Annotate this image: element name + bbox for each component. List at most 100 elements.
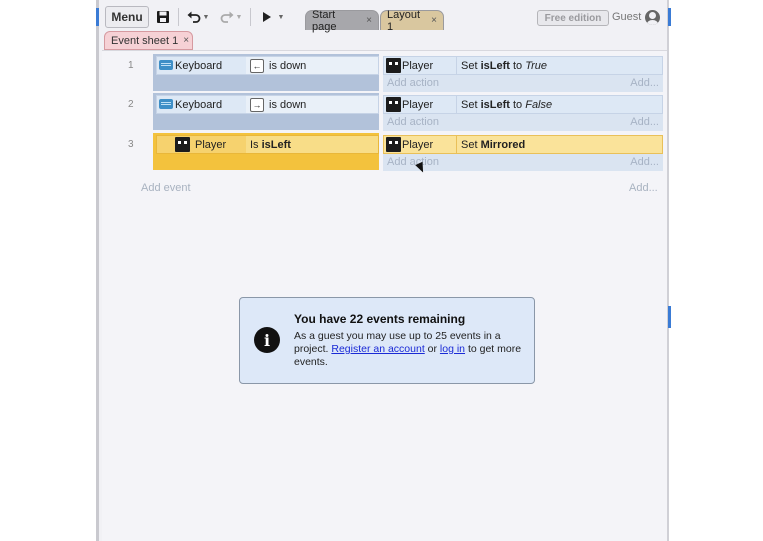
tab-layout-1[interactable]: Layout 1 × [380,8,444,33]
condition-text[interactable]: → is down [246,96,378,113]
user-icon[interactable] [645,10,660,25]
undo-button[interactable]: ▼ [185,6,211,28]
action-object[interactable]: Player [384,136,454,153]
save-button[interactable] [153,6,173,28]
condition-text[interactable]: ← is down [246,57,378,74]
edge-marker [668,8,671,26]
player-sprite-icon [386,97,401,112]
object-name: Player [402,138,434,151]
tab-label: Event sheet 1 [111,34,179,47]
object-name: Player [402,59,434,72]
notice-body: As a guest you may use up to 25 events i… [294,330,524,369]
redo-button[interactable]: ▼ [218,6,244,28]
keyboard-icon [159,99,173,109]
tab-label: Layout 1 [387,8,421,33]
event-row[interactable]: 2 Keyboard → is down Player Set isLeft t… [102,93,667,133]
add-action-row[interactable]: Add action Add... [383,114,663,131]
login-link[interactable]: log in [440,343,465,355]
action-connector: to [509,98,526,111]
redo-icon [220,11,234,23]
condition-text[interactable]: Is isLeft [246,136,378,153]
add-more-link[interactable]: Add... [630,156,659,168]
action-value: True [525,59,548,72]
event-number: 1 [128,60,134,71]
player-sprite-icon [386,58,401,73]
user-label[interactable]: Guest [612,11,641,23]
save-icon [157,11,169,23]
chevron-down-icon: ▼ [202,13,210,21]
add-event-link[interactable]: Add event [141,182,191,194]
tab-start-page[interactable]: Start page × [305,8,379,33]
event-number: 2 [128,99,134,110]
condition-object[interactable]: Player [157,136,244,153]
action-text[interactable]: Set isLeft to False [456,96,662,113]
action-row[interactable]: Player Set Mirrored [383,135,663,154]
notice-title: You have 22 events remaining [294,312,466,326]
add-action-link[interactable]: Add action [387,116,439,128]
add-action-row[interactable]: Add action Add... [383,75,663,92]
add-more-link[interactable]: Add... [630,77,659,89]
action-variable: Mirrored [480,138,526,151]
condition-variable: isLeft [261,138,291,151]
event-row-selected[interactable]: 3 Player Is isLeft Player Set Mirrored A… [102,133,667,173]
condition-row[interactable]: Player Is isLeft [156,135,379,154]
object-name: Keyboard [175,98,223,111]
action-connector: to [509,59,526,72]
add-action-link[interactable]: Add action [387,156,439,168]
close-icon[interactable]: × [431,15,437,26]
condition-label: is down [269,98,307,111]
right-arrow-key-icon: → [250,97,264,112]
object-name: Keyboard [175,59,223,72]
free-edition-badge[interactable]: Free edition [537,10,609,26]
tab-label: Start page [312,8,337,33]
object-name: Player [195,138,227,151]
play-icon [262,12,271,22]
tab-event-sheet-1[interactable]: Event sheet 1 × [104,31,193,50]
add-action-link[interactable]: Add action [387,77,439,89]
add-more-link[interactable]: Add... [630,116,659,128]
close-icon[interactable]: × [366,15,372,26]
undo-icon [187,11,200,23]
info-icon: i [254,327,280,353]
keyboard-icon [159,60,173,70]
player-sprite-icon [386,137,401,152]
left-arrow-key-icon: ← [250,58,264,73]
condition-row[interactable]: Keyboard → is down [156,95,379,114]
action-value: False [525,98,553,111]
action-object[interactable]: Player [384,96,454,113]
action-text[interactable]: Set Mirrored [456,136,662,153]
action-variable: isLeft [480,98,510,111]
add-event-more-link[interactable]: Add... [629,182,658,194]
action-verb: Set [461,98,481,111]
condition-label: Is [250,138,262,151]
condition-row[interactable]: Keyboard ← is down [156,56,379,75]
player-sprite-icon [175,137,190,152]
action-row[interactable]: Player Set isLeft to False [383,95,663,114]
condition-label: is down [269,59,307,72]
main-toolbar: Menu ▼ ▼ ▼ Start page × Layout 1 × Free … [99,0,667,34]
events-remaining-notice: i You have 22 events remaining As a gues… [239,297,535,384]
object-name: Player [402,98,434,111]
condition-object[interactable]: Keyboard [157,96,244,113]
action-object[interactable]: Player [384,57,454,74]
notice-text: or [424,343,440,355]
action-text[interactable]: Set isLeft to True [456,57,662,74]
action-variable: isLeft [480,59,510,72]
condition-object[interactable]: Keyboard [157,57,244,74]
toolbar-separator [178,8,179,26]
preview-button[interactable]: ▼ [258,6,288,28]
event-sheet[interactable]: 1 Keyboard ← is down Player Set isLeft t… [102,50,667,541]
chevron-down-icon: ▼ [277,13,285,21]
action-verb: Set [461,59,481,72]
action-row[interactable]: Player Set isLeft to True [383,56,663,75]
chevron-down-icon: ▼ [235,13,243,21]
action-verb: Set [461,138,481,151]
edge-marker [668,306,671,328]
editor-window: Menu ▼ ▼ ▼ Start page × Layout 1 × Free … [96,0,671,541]
event-row[interactable]: 1 Keyboard ← is down Player Set isLeft t… [102,54,667,94]
event-number: 3 [128,139,134,150]
close-icon[interactable]: × [183,35,189,46]
menu-button[interactable]: Menu [105,6,149,28]
register-link[interactable]: Register an account [331,343,424,355]
toolbar-separator [250,8,251,26]
